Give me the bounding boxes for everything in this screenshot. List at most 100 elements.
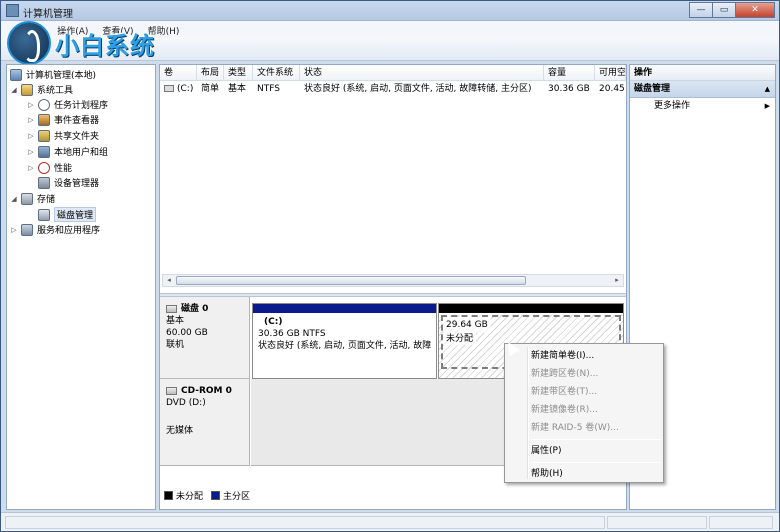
expand-arrow-icon[interactable]: ◢ — [10, 86, 18, 94]
cdrom-icon — [166, 386, 177, 395]
column-header-filesystem[interactable]: 文件系统 — [253, 65, 300, 81]
collapse-arrow-icon[interactable]: ▷ — [27, 116, 35, 124]
disk-0-label[interactable]: 磁盘 0 基本 60.00 GB 联机 — [160, 297, 250, 379]
maximize-button[interactable]: ▭ — [712, 2, 736, 18]
tree-item-label: 设备管理器 — [54, 179, 100, 189]
cdrom-state: 无媒体 — [166, 426, 194, 436]
disk-state: 联机 — [166, 340, 185, 350]
column-header-volume[interactable]: 卷 — [160, 65, 197, 81]
disk-icon — [166, 304, 177, 313]
event-viewer-icon — [38, 113, 50, 126]
window-title: 计算机管理 — [23, 9, 73, 20]
partition-status: 状态良好 (系统, 启动, 页面文件, 活动, 故障 — [258, 341, 432, 351]
menu-item-new-spanned-volume[interactable]: 新建跨区卷(N)... — [505, 365, 663, 383]
logo-text: 小白系统 — [55, 31, 155, 60]
collapse-up-icon[interactable]: ▲ — [765, 81, 770, 98]
more-actions-label: 更多操作 — [654, 101, 691, 111]
status-bar — [1, 512, 779, 531]
tree-item-label: 磁盘管理 — [54, 207, 97, 222]
collapse-arrow-icon[interactable]: ▷ — [27, 164, 35, 172]
tree-item-disk-management[interactable]: 磁盘管理 — [38, 207, 97, 222]
menu-item-properties[interactable]: 属性(P) — [505, 442, 663, 460]
column-header-free[interactable]: 可用空 — [595, 65, 626, 81]
scroll-right-icon[interactable]: ▸ — [611, 275, 623, 286]
status-cell-2 — [607, 516, 707, 529]
disk-type: 基本 — [166, 316, 185, 326]
column-header-type[interactable]: 类型 — [224, 65, 253, 81]
legend-swatch-primary — [211, 491, 221, 500]
computer-management-window: 计算机管理 — ▭ ✕ 文件(F) 操作(A) 查看(V) 帮助(H) 小白系统… — [0, 0, 780, 532]
tree-item-label: 计算机管理(本地) — [26, 71, 97, 81]
menu-item-help[interactable]: 帮助(H) — [505, 465, 663, 483]
tree-item-system-tools[interactable]: ◢ 系统工具 — [10, 82, 73, 97]
tree-item-services-apps[interactable]: ▷ 服务和应用程序 — [10, 222, 100, 237]
menu-item-new-mirrored-volume[interactable]: 新建镜像卷(R)... — [505, 401, 663, 419]
menu-item-new-simple-volume[interactable]: 新建简单卷(I)... — [505, 347, 663, 365]
tools-icon — [21, 83, 33, 96]
collapse-arrow-icon[interactable]: ▷ — [27, 101, 35, 109]
tree-item-shared-folders[interactable]: ▷ 共享文件夹 — [27, 128, 99, 143]
menu-item-new-raid5-volume[interactable]: 新建 RAID-5 卷(W)... — [505, 419, 663, 437]
table-row[interactable]: (C:) 简单 基本 NTFS 状态良好 (系统, 启动, 页面文件, 活动, … — [160, 82, 626, 97]
cell-layout: 简单 — [201, 84, 220, 94]
minimize-button[interactable]: — — [689, 2, 713, 18]
logo-icon — [7, 21, 51, 65]
computer-icon — [10, 68, 22, 81]
legend: 未分配 主分区 — [164, 489, 258, 502]
actions-section-disk-management[interactable]: 磁盘管理 ▲ — [630, 81, 775, 98]
tree-item-performance[interactable]: ▷ 性能 — [27, 160, 72, 175]
performance-icon — [38, 161, 50, 174]
xiaobai-logo: 小白系统 — [7, 21, 155, 65]
volume-list-header: 卷 布局 类型 文件系统 状态 容量 可用空 — [160, 65, 626, 81]
more-actions-item[interactable]: 更多操作 ▶ — [630, 98, 775, 115]
tree-item-label: 本地用户和组 — [54, 148, 109, 158]
collapse-arrow-icon[interactable]: ▷ — [10, 226, 18, 234]
status-cell-3 — [709, 516, 773, 529]
storage-icon — [21, 192, 33, 205]
disk-management-icon — [38, 208, 50, 221]
partition-label: (C:) — [264, 317, 283, 327]
collapse-arrow-icon[interactable]: ▷ — [27, 148, 35, 156]
menu-separator — [531, 462, 661, 463]
menu-separator — [531, 439, 661, 440]
title-bar[interactable]: 计算机管理 — ▭ ✕ — [1, 1, 779, 21]
primary-partition-bar — [253, 304, 436, 313]
tree-item-storage[interactable]: ◢ 存储 — [10, 191, 55, 206]
close-button[interactable]: ✕ — [735, 2, 775, 18]
disk-size: 60.00 GB — [166, 328, 208, 338]
actions-header: 操作 — [630, 65, 775, 81]
tree-item-task-scheduler[interactable]: ▷ 任务计划程序 — [27, 97, 108, 112]
unallocated-status: 未分配 — [443, 333, 477, 345]
users-icon — [38, 145, 50, 158]
menu-item-new-striped-volume[interactable]: 新建带区卷(T)... — [505, 383, 663, 401]
actions-section-label: 磁盘管理 — [634, 84, 671, 94]
device-manager-icon — [38, 176, 50, 189]
tree-item-label: 存储 — [37, 195, 56, 205]
scroll-thumb[interactable] — [176, 276, 526, 285]
column-header-status[interactable]: 状态 — [300, 65, 544, 81]
column-header-capacity[interactable]: 容量 — [544, 65, 595, 81]
status-cell-main — [5, 516, 605, 529]
console-tree: 计算机管理(本地) ◢ 系统工具 ▷ 任务计划程序 ▷ 事件查看器 ▷ 共享文件… — [6, 64, 156, 510]
tree-item-label: 任务计划程序 — [54, 101, 109, 111]
column-header-layout[interactable]: 布局 — [197, 65, 224, 81]
cell-volume: (C:) — [160, 82, 197, 97]
scroll-left-icon[interactable]: ◂ — [163, 275, 175, 286]
cdrom-0-label[interactable]: CD-ROM 0 DVD (D:) 无媒体 — [160, 379, 250, 466]
collapse-arrow-icon[interactable]: ▷ — [27, 132, 35, 140]
cell-free: 20.45 — [599, 84, 625, 94]
context-menu: 新建简单卷(I)... 新建跨区卷(N)... 新建带区卷(T)... 新建镜像… — [504, 343, 664, 483]
cell-volume-text: (C:) — [177, 84, 194, 94]
tree-item-local-users[interactable]: ▷ 本地用户和组 — [27, 144, 108, 159]
tree-item-label: 系统工具 — [37, 86, 74, 96]
unallocated-bar — [439, 304, 623, 313]
horizontal-scrollbar[interactable]: ◂ ▸ — [162, 274, 624, 287]
cell-type: 基本 — [228, 84, 247, 94]
tree-item-label: 事件查看器 — [54, 116, 100, 126]
tree-item-device-manager[interactable]: 设备管理器 — [38, 175, 99, 190]
partition-c[interactable]: (C:) 30.36 GB NTFS 状态良好 (系统, 启动, 页面文件, 活… — [252, 303, 437, 379]
tree-item-label: 共享文件夹 — [54, 132, 100, 142]
tree-item-event-viewer[interactable]: ▷ 事件查看器 — [27, 112, 99, 127]
expand-arrow-icon[interactable]: ◢ — [10, 195, 18, 203]
tree-item-root[interactable]: 计算机管理(本地) — [10, 67, 96, 82]
